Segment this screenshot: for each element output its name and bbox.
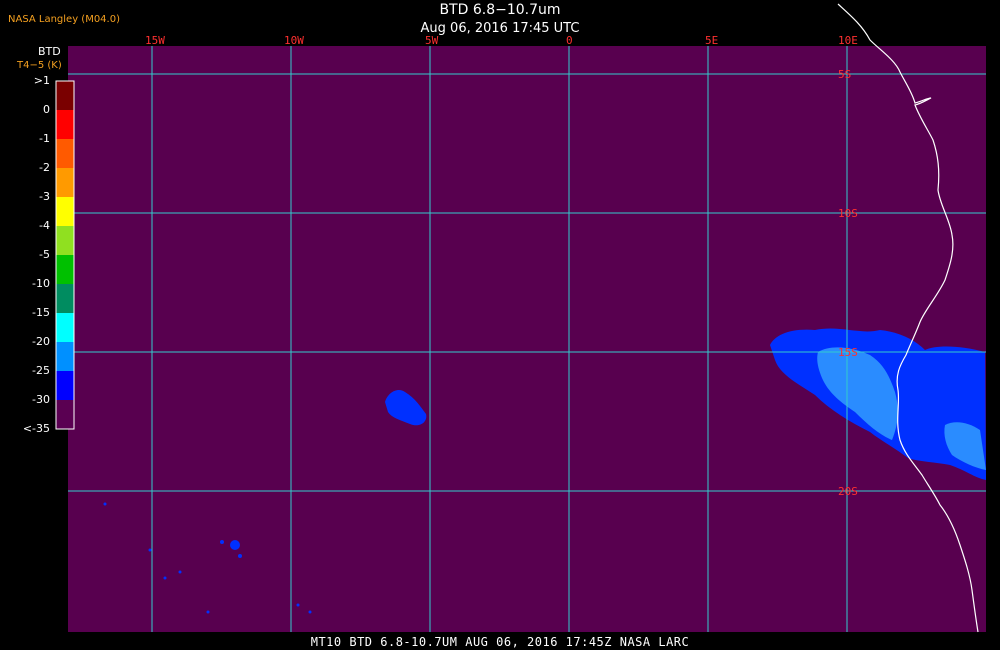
legend-title: BTD — [38, 45, 61, 58]
footer-banner: MT10 BTD 6.8-10.7UM AUG 06, 2016 17:45Z … — [310, 635, 690, 649]
longitude-labels: 15W 10W 5W 0 5E 10E — [145, 34, 858, 47]
legend-units: T4−5 (K) — [17, 60, 62, 71]
cloud-speck — [238, 554, 242, 558]
legend-label: -2 — [39, 161, 50, 174]
cloud-speck — [296, 603, 300, 607]
cloud-speck — [230, 540, 240, 550]
legend-label: -4 — [39, 219, 50, 232]
cloud-speck — [308, 610, 312, 614]
lat-label: 15S — [838, 346, 858, 359]
cloud-speck — [148, 548, 152, 552]
legend-label: -25 — [32, 364, 50, 377]
legend-swatch — [56, 342, 74, 372]
lat-label: 10S — [838, 207, 858, 220]
lat-label: 20S — [838, 485, 858, 498]
legend-swatch — [56, 139, 74, 169]
legend-swatch — [56, 284, 74, 314]
legend-label: -10 — [32, 277, 50, 290]
lon-label: 10E — [838, 34, 858, 47]
legend-swatch — [56, 313, 74, 343]
lon-label: 5E — [705, 34, 718, 47]
legend-label: -3 — [39, 190, 50, 203]
legend-swatch — [56, 168, 74, 198]
legend-swatch — [56, 110, 74, 140]
legend-swatch — [56, 226, 74, 256]
legend-label: -1 — [39, 132, 50, 145]
legend-swatch — [56, 255, 74, 285]
cloud-speck — [178, 570, 182, 574]
cloud-speck — [103, 502, 107, 506]
legend-swatch — [56, 371, 74, 401]
lon-label: 10W — [284, 34, 304, 47]
legend-label: >1 — [33, 74, 50, 87]
legend-swatch — [56, 81, 74, 111]
legend-swatch — [56, 400, 74, 430]
lat-label: 5S — [838, 68, 851, 81]
legend-colorbar — [56, 81, 74, 430]
lon-label: 5W — [425, 34, 439, 47]
cloud-speck — [163, 576, 167, 580]
cloud-speck — [220, 540, 224, 544]
legend-label: -15 — [32, 306, 50, 319]
legend-swatch — [56, 197, 74, 227]
cloud-speck — [206, 610, 210, 614]
lon-label: 15W — [145, 34, 165, 47]
legend-label: -30 — [32, 393, 50, 406]
legend-label: -20 — [32, 335, 50, 348]
legend-label: -5 — [39, 248, 50, 261]
satellite-map[interactable]: 15W 10W 5W 0 5E 10E 5S 10S 15S 20S — [0, 0, 1000, 650]
lon-label: 0 — [566, 34, 573, 47]
legend-label: <-35 — [22, 422, 50, 435]
legend-label: 0 — [43, 103, 50, 116]
